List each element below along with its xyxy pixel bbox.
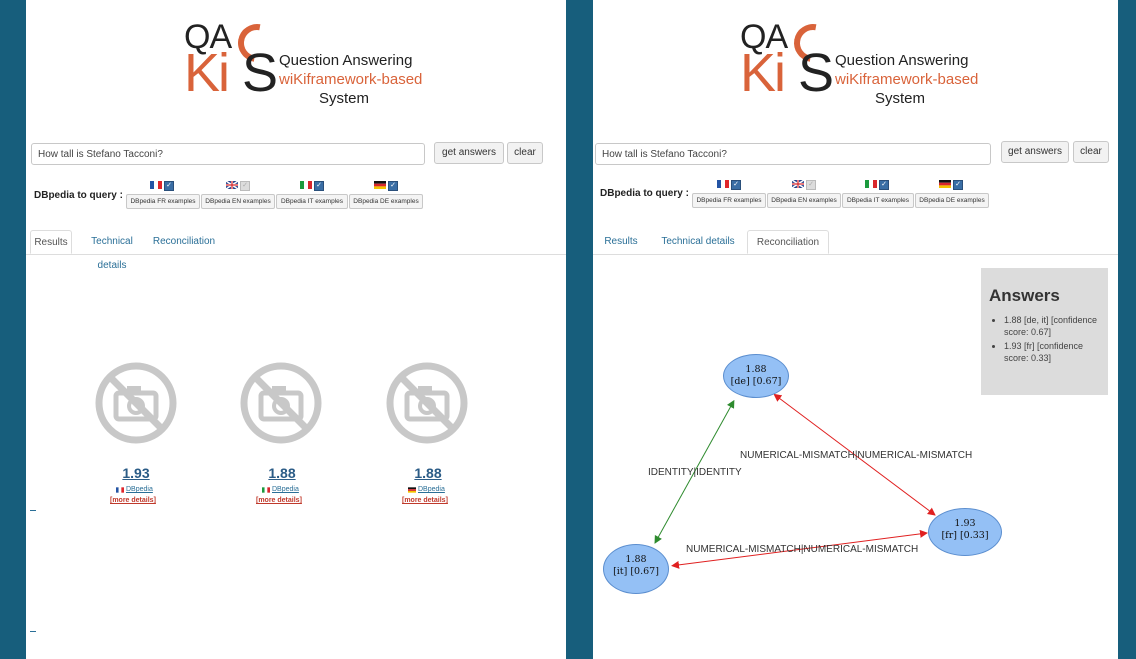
flag-it-icon	[262, 487, 270, 493]
node-detail: [it] [0.67]	[613, 566, 659, 577]
tab-reconciliation[interactable]: Reconciliation	[152, 230, 216, 254]
get-answers-button[interactable]: get answers	[1001, 141, 1069, 163]
dbpedia-fr-checkbox[interactable]: ✓	[164, 181, 174, 191]
tab-results[interactable]: Results	[599, 230, 643, 254]
tab-results[interactable]: Results	[30, 230, 72, 254]
dbpedia-de-examples-button[interactable]: DBpedia DE examples	[349, 194, 423, 209]
node-value: 1.88	[745, 364, 767, 375]
flag-de-icon	[408, 487, 416, 493]
tab-reconciliation[interactable]: Reconciliation	[747, 230, 829, 254]
get-answers-button[interactable]: get answers	[434, 142, 504, 164]
flag-de-icon	[939, 180, 951, 188]
logo-line2: wiKiframework-based	[835, 71, 979, 88]
logo-line3: System	[875, 90, 926, 107]
dbpedia-de-checkbox[interactable]: ✓	[388, 181, 398, 191]
logo-line1: Question Answering	[835, 52, 969, 69]
question-input[interactable]: How tall is Stefano Tacconi?	[595, 143, 991, 165]
no-image-icon	[95, 362, 177, 444]
logo-line2: wiKiframework-based	[279, 71, 423, 88]
dbpedia-de-checkbox[interactable]: ✓	[953, 180, 963, 190]
more-details-link[interactable]: [more details]	[402, 497, 448, 504]
logo-line3: System	[319, 90, 370, 107]
dbpedia-it-examples-button[interactable]: DBpedia IT examples	[276, 194, 348, 209]
dbpedia-en-checkbox[interactable]: ✓	[240, 181, 250, 191]
result-value-link[interactable]: 1.88	[398, 465, 458, 481]
flag-en-icon	[792, 180, 804, 188]
logo-s: S	[798, 43, 835, 103]
logo-s: S	[242, 43, 279, 103]
dbpedia-label: DBpedia to query :	[34, 190, 123, 201]
dbpedia-fr-examples-button[interactable]: DBpedia FR examples	[692, 193, 766, 208]
node-detail: [de] [0.67]	[730, 376, 782, 387]
flag-de-icon	[374, 181, 386, 189]
more-details-link[interactable]: [more details]	[110, 497, 156, 504]
node-value: 1.88	[625, 554, 647, 565]
dbpedia-en-checkbox[interactable]: ✓	[806, 180, 816, 190]
node-value: 1.93	[954, 518, 976, 529]
graph-node-fr[interactable]: 1.93 [fr] [0.33]	[928, 508, 1002, 556]
reconciliation-graph: IDENTITY|IDENTITY NUMERICAL-MISMATCH|NUM…	[593, 340, 1118, 620]
node-detail: [fr] [0.33]	[941, 530, 989, 541]
result-source-link[interactable]: DBpedia	[126, 486, 153, 493]
flag-fr-icon	[717, 180, 729, 188]
left-tab-bar: Results Technical details Reconciliation	[26, 230, 566, 271]
edge-label: IDENTITY|IDENTITY	[648, 467, 742, 478]
graph-node-it[interactable]: 1.88 [it] [0.67]	[603, 544, 669, 594]
flag-it-icon	[300, 181, 312, 189]
flag-it-icon	[865, 180, 877, 188]
dbpedia-fr-checkbox[interactable]: ✓	[731, 180, 741, 190]
right-tab-bar: Results Technical details Reconciliation	[593, 230, 1118, 255]
logo-ki: Ki	[184, 43, 230, 103]
more-details-link[interactable]: [more details]	[256, 497, 302, 504]
edge-tick-mark	[30, 510, 36, 511]
dbpedia-en-examples-button[interactable]: DBpedia EN examples	[201, 194, 275, 209]
graph-edges	[654, 393, 936, 569]
clear-button[interactable]: clear	[1073, 141, 1109, 163]
dbpedia-it-examples-button[interactable]: DBpedia IT examples	[842, 193, 914, 208]
graph-node-de[interactable]: 1.88 [de] [0.67]	[723, 354, 789, 398]
tab-technical-details[interactable]: Technical details	[657, 230, 739, 254]
dbpedia-label: DBpedia to query :	[600, 188, 689, 199]
dbpedia-it-checkbox[interactable]: ✓	[879, 180, 889, 190]
result-value-link[interactable]: 1.88	[252, 465, 312, 481]
center-divider-bar	[566, 0, 593, 659]
right-edge-bar	[1118, 0, 1136, 659]
flag-fr-icon	[116, 487, 124, 493]
tab-technical-details[interactable]: Technical details	[76, 230, 148, 271]
flag-fr-icon	[150, 181, 162, 189]
clear-button[interactable]: clear	[507, 142, 543, 164]
dbpedia-it-checkbox[interactable]: ✓	[314, 181, 324, 191]
logo-line1: Question Answering	[279, 52, 413, 69]
no-image-icon	[240, 362, 322, 444]
logo-ki: Ki	[740, 43, 786, 103]
no-image-icon	[386, 362, 468, 444]
flag-en-icon	[226, 181, 238, 189]
dbpedia-en-examples-button[interactable]: DBpedia EN examples	[767, 193, 841, 208]
left-edge-bar	[0, 0, 26, 659]
edge-tick-mark	[30, 631, 36, 632]
reconciliation-view-panel: QA Ki S Question Answering wiKiframework…	[593, 0, 1118, 659]
dbpedia-de-examples-button[interactable]: DBpedia DE examples	[915, 193, 989, 208]
result-source-link[interactable]: DBpedia	[272, 486, 299, 493]
edge-label: NUMERICAL-MISMATCH|NUMERICAL-MISMATCH	[740, 450, 973, 461]
edge-label: NUMERICAL-MISMATCH|NUMERICAL-MISMATCH	[686, 544, 919, 555]
question-input[interactable]: How tall is Stefano Tacconi?	[31, 143, 425, 165]
result-source-link[interactable]: DBpedia	[418, 486, 445, 493]
answers-title: Answers	[989, 286, 1060, 305]
answer-item: 1.88 [de, it] [confidence score: 0.67]	[1004, 314, 1102, 338]
result-value-link[interactable]: 1.93	[106, 465, 166, 481]
results-view-panel: QA Ki S Question Answering wiKiframework…	[26, 0, 566, 659]
dbpedia-fr-examples-button[interactable]: DBpedia FR examples	[126, 194, 200, 209]
